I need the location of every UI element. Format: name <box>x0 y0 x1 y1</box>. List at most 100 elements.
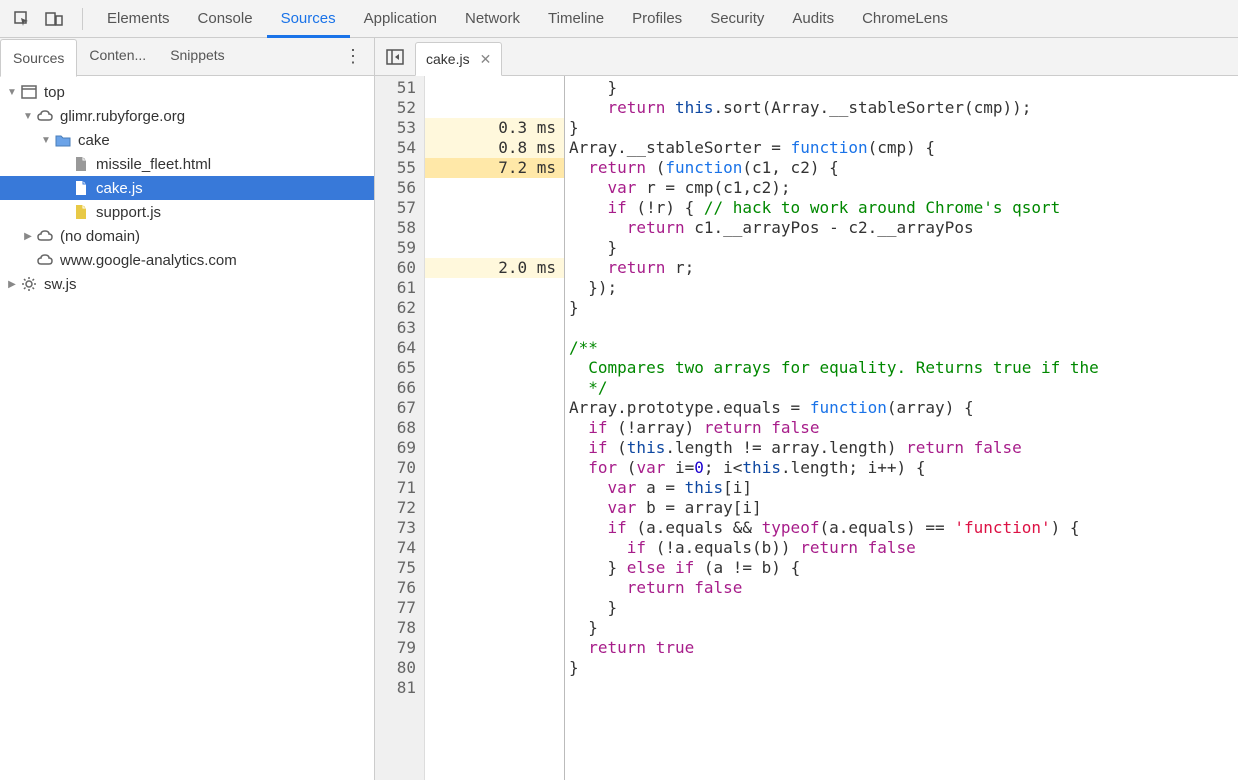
code-line[interactable]: }); <box>569 278 1238 298</box>
line-number[interactable]: 67 <box>375 398 424 418</box>
code-line[interactable]: } <box>569 298 1238 318</box>
tree-item--no-domain-[interactable]: ▶(no domain) <box>0 224 374 248</box>
code-line[interactable]: if (a.equals && typeof(a.equals) == 'fun… <box>569 518 1238 538</box>
expand-arrow-icon[interactable]: ▶ <box>22 231 34 242</box>
code-line[interactable]: Array.__stableSorter = function(cmp) { <box>569 138 1238 158</box>
line-number[interactable]: 58 <box>375 218 424 238</box>
expand-arrow-icon[interactable]: ▼ <box>22 111 34 122</box>
line-number[interactable]: 57 <box>375 198 424 218</box>
panel-tab-timeline[interactable]: Timeline <box>534 0 618 38</box>
line-number[interactable]: 71 <box>375 478 424 498</box>
code-content[interactable]: } return this.sort(Array.__stableSorter(… <box>565 76 1238 780</box>
code-line[interactable]: } <box>569 618 1238 638</box>
code-line[interactable]: return false <box>569 578 1238 598</box>
line-number[interactable]: 74 <box>375 538 424 558</box>
code-line[interactable] <box>569 678 1238 698</box>
line-number[interactable]: 53 <box>375 118 424 138</box>
line-number[interactable]: 81 <box>375 678 424 698</box>
panel-tab-console[interactable]: Console <box>184 0 267 38</box>
line-number[interactable]: 55 <box>375 158 424 178</box>
code-line[interactable]: return true <box>569 638 1238 658</box>
code-line[interactable] <box>569 318 1238 338</box>
panel-tab-application[interactable]: Application <box>350 0 451 38</box>
code-line[interactable]: Array.prototype.equals = function(array)… <box>569 398 1238 418</box>
code-line[interactable]: var a = this[i] <box>569 478 1238 498</box>
panel-tab-profiles[interactable]: Profiles <box>618 0 696 38</box>
line-number[interactable]: 68 <box>375 418 424 438</box>
line-number[interactable]: 76 <box>375 578 424 598</box>
device-mode-icon[interactable] <box>40 5 68 33</box>
code-line[interactable]: return this.sort(Array.__stableSorter(cm… <box>569 98 1238 118</box>
tree-item-www-google-analytics-com[interactable]: www.google-analytics.com <box>0 248 374 272</box>
code-line[interactable]: for (var i=0; i<this.length; i++) { <box>569 458 1238 478</box>
line-number[interactable]: 61 <box>375 278 424 298</box>
line-number[interactable]: 60 <box>375 258 424 278</box>
code-line[interactable]: } <box>569 658 1238 678</box>
line-number[interactable]: 73 <box>375 518 424 538</box>
code-line[interactable]: if (!a.equals(b)) return false <box>569 538 1238 558</box>
code-line[interactable]: } <box>569 238 1238 258</box>
code-line[interactable]: Compares two arrays for equality. Return… <box>569 358 1238 378</box>
panel-tab-chromelens[interactable]: ChromeLens <box>848 0 962 38</box>
tree-item-top[interactable]: ▼top <box>0 80 374 104</box>
line-number[interactable]: 77 <box>375 598 424 618</box>
tree-item-support-js[interactable]: support.js <box>0 200 374 224</box>
code-line[interactable]: } <box>569 118 1238 138</box>
tree-item-cake[interactable]: ▼cake <box>0 128 374 152</box>
expand-arrow-icon[interactable]: ▶ <box>6 279 18 290</box>
tree-item-cake-js[interactable]: cake.js <box>0 176 374 200</box>
code-line[interactable]: return r; <box>569 258 1238 278</box>
code-line[interactable]: var r = cmp(c1,c2); <box>569 178 1238 198</box>
code-line[interactable]: } <box>569 78 1238 98</box>
line-timing <box>425 338 564 358</box>
line-number[interactable]: 65 <box>375 358 424 378</box>
panel-tab-security[interactable]: Security <box>696 0 778 38</box>
show-navigator-icon[interactable] <box>381 43 409 71</box>
file-tab-cake-js[interactable]: cake.js ✕ <box>415 42 502 76</box>
line-timing <box>425 638 564 658</box>
more-options-icon[interactable]: ⋮ <box>344 46 362 67</box>
tree-item-missile_fleet-html[interactable]: missile_fleet.html <box>0 152 374 176</box>
line-number[interactable]: 63 <box>375 318 424 338</box>
tree-item-sw-js[interactable]: ▶sw.js <box>0 272 374 296</box>
sidebar-tab-sources[interactable]: Sources <box>0 39 77 77</box>
sidebar-tab-conten[interactable]: Conten... <box>77 37 158 75</box>
close-icon[interactable]: ✕ <box>480 51 492 68</box>
line-number[interactable]: 52 <box>375 98 424 118</box>
code-line[interactable]: */ <box>569 378 1238 398</box>
code-line[interactable]: if (this.length != array.length) return … <box>569 438 1238 458</box>
code-line[interactable]: return (function(c1, c2) { <box>569 158 1238 178</box>
code-line[interactable]: } <box>569 598 1238 618</box>
line-number[interactable]: 62 <box>375 298 424 318</box>
code-line[interactable]: return c1.__arrayPos - c2.__arrayPos <box>569 218 1238 238</box>
expand-arrow-icon[interactable]: ▼ <box>40 135 52 146</box>
sidebar-tab-snippets[interactable]: Snippets <box>158 37 236 75</box>
line-number[interactable]: 66 <box>375 378 424 398</box>
tree-item-glimr-rubyforge-org[interactable]: ▼glimr.rubyforge.org <box>0 104 374 128</box>
panel-tab-elements[interactable]: Elements <box>93 0 184 38</box>
line-number[interactable]: 75 <box>375 558 424 578</box>
line-number[interactable]: 69 <box>375 438 424 458</box>
code-line[interactable]: if (!r) { // hack to work around Chrome'… <box>569 198 1238 218</box>
code-area[interactable]: 5152535455565758596061626364656667686970… <box>375 76 1238 780</box>
panel-tab-audits[interactable]: Audits <box>778 0 848 38</box>
line-number[interactable]: 64 <box>375 338 424 358</box>
line-number[interactable]: 56 <box>375 178 424 198</box>
expand-arrow-icon[interactable]: ▼ <box>6 87 18 98</box>
code-line[interactable]: /** <box>569 338 1238 358</box>
panel-tab-network[interactable]: Network <box>451 0 534 38</box>
line-number[interactable]: 51 <box>375 78 424 98</box>
line-number[interactable]: 72 <box>375 498 424 518</box>
file-tree[interactable]: ▼top▼glimr.rubyforge.org▼cakemissile_fle… <box>0 76 374 780</box>
code-line[interactable]: var b = array[i] <box>569 498 1238 518</box>
line-number[interactable]: 79 <box>375 638 424 658</box>
line-number[interactable]: 59 <box>375 238 424 258</box>
inspect-element-icon[interactable] <box>8 5 36 33</box>
line-number[interactable]: 78 <box>375 618 424 638</box>
line-number[interactable]: 70 <box>375 458 424 478</box>
code-line[interactable]: if (!array) return false <box>569 418 1238 438</box>
panel-tab-sources[interactable]: Sources <box>267 0 350 38</box>
code-line[interactable]: } else if (a != b) { <box>569 558 1238 578</box>
line-number[interactable]: 80 <box>375 658 424 678</box>
line-number[interactable]: 54 <box>375 138 424 158</box>
